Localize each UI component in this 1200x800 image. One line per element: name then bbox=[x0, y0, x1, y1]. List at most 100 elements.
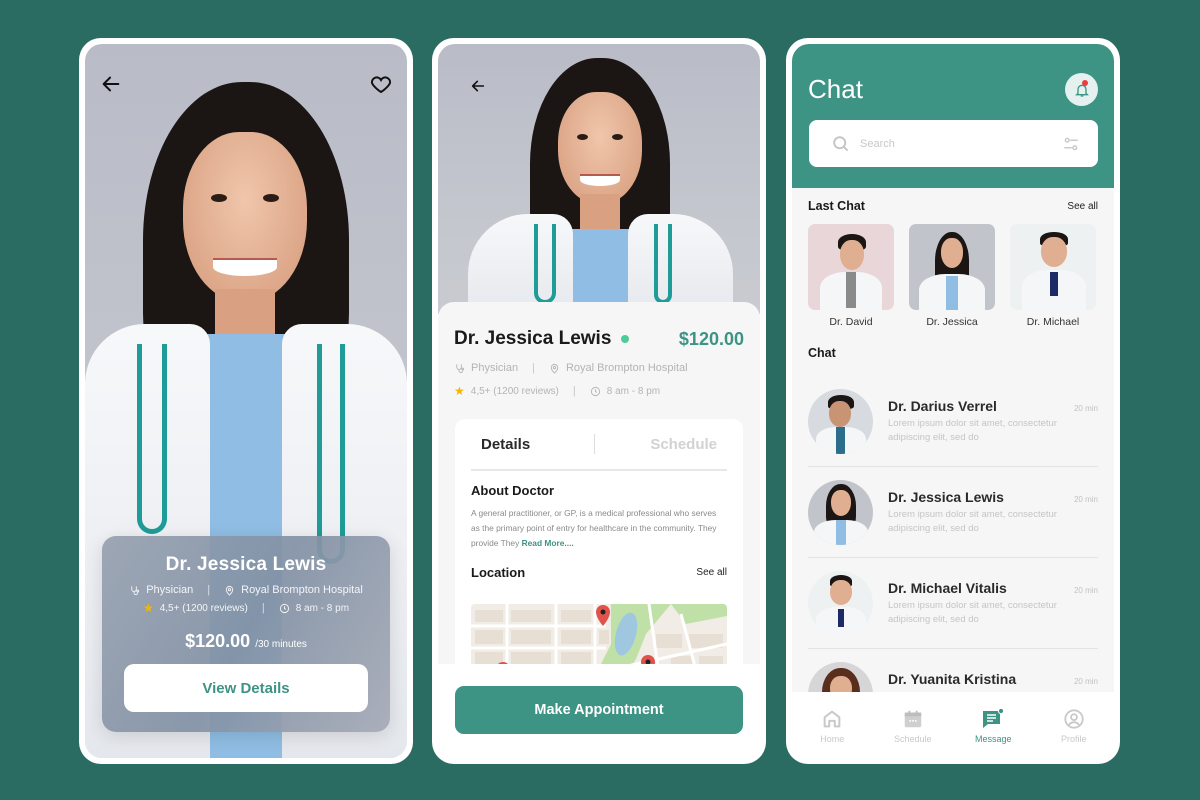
chat-name: Dr. Jessica Lewis bbox=[888, 488, 1004, 505]
chat-name: Dr. Michael Vitalis bbox=[888, 579, 1007, 596]
details-sheet: Dr. Jessica Lewis $120.00 Physician | Ro… bbox=[438, 302, 760, 758]
chat-list: Dr. Darius Verrel 20 min Lorem ipsum dol… bbox=[792, 376, 1114, 740]
search-icon bbox=[833, 136, 849, 152]
notification-button[interactable] bbox=[1065, 73, 1098, 106]
message-icon bbox=[983, 708, 1005, 728]
doctor-details-screen: Dr. Jessica Lewis $120.00 Physician | Ro… bbox=[432, 38, 766, 764]
bottom-action-bar: Make Appointment bbox=[438, 664, 760, 758]
chat-list-item[interactable]: Dr. Darius Verrel 20 min Lorem ipsum dol… bbox=[808, 376, 1098, 467]
tab-label: Profile bbox=[1060, 734, 1087, 744]
online-status-dot bbox=[621, 335, 630, 343]
hospital: Royal Brompton Hospital bbox=[565, 362, 688, 374]
specialty: Physician bbox=[471, 362, 519, 374]
details-card: Details Schedule About Doctor A general … bbox=[455, 419, 743, 689]
chat-header: Chat bbox=[792, 44, 1114, 188]
doctor-name: Dr. Jessica Lewis bbox=[165, 554, 327, 575]
home-icon bbox=[823, 710, 841, 728]
doctor-name-row: Dr. Jessica Lewis bbox=[454, 328, 630, 350]
doctor-summary-card: Dr. Jessica Lewis Physician | Royal Brom… bbox=[102, 536, 390, 732]
about-section-title: About Doctor bbox=[471, 483, 727, 498]
last-chat-item[interactable]: Dr. David bbox=[808, 224, 894, 328]
chat-time: 20 min bbox=[1073, 585, 1098, 595]
filter-icon[interactable] bbox=[1062, 135, 1080, 153]
tab-home[interactable]: Home bbox=[797, 708, 867, 744]
chat-body: Last Chat See all Dr. David Dr. Jessica … bbox=[792, 188, 1114, 758]
doctor-meta-row: Physician | Royal Brompton Hospital bbox=[102, 584, 390, 596]
last-chat-item[interactable]: Dr. Michael bbox=[1010, 224, 1096, 328]
heart-icon bbox=[370, 76, 392, 94]
search-bar bbox=[809, 120, 1098, 167]
doctor-avatar bbox=[808, 224, 894, 310]
chat-time: 20 min bbox=[1073, 494, 1098, 504]
location-title: Location bbox=[471, 565, 526, 580]
back-button[interactable] bbox=[464, 72, 492, 100]
rating-hours-row: ★ 4,5+ (1200 reviews) | 8 am - 8 pm bbox=[102, 601, 390, 615]
price-unit: /30 minutes bbox=[255, 639, 307, 650]
last-chat-see-all-link[interactable]: See all bbox=[1067, 201, 1098, 212]
doctor-meta-row: Physician | Royal Brompton Hospital bbox=[438, 362, 760, 374]
details-tabs: Details Schedule bbox=[471, 419, 727, 471]
price: $120.00 bbox=[678, 328, 744, 349]
search-input[interactable] bbox=[860, 137, 1062, 150]
hours: 8 am - 8 pm bbox=[295, 602, 350, 614]
chat-name: Dr. Darius Verrel bbox=[888, 397, 997, 414]
tab-schedule[interactable]: Schedule bbox=[878, 708, 948, 744]
back-button[interactable] bbox=[97, 70, 125, 98]
chat-preview: Lorem ipsum dolor sit amet, consectetur … bbox=[888, 417, 1057, 443]
stethoscope-icon bbox=[131, 585, 140, 595]
chat-list-item[interactable]: Dr. Michael Vitalis 20 min Lorem ipsum d… bbox=[808, 558, 1098, 649]
doctor-card-screen: Dr. Jessica Lewis Physician | Royal Brom… bbox=[79, 38, 413, 764]
last-chat-item[interactable]: Dr. Jessica bbox=[909, 224, 995, 328]
tab-message[interactable]: Message bbox=[958, 708, 1028, 744]
hospital: Royal Brompton Hospital bbox=[241, 584, 363, 596]
avatar bbox=[808, 388, 873, 454]
clock-icon bbox=[279, 603, 289, 613]
last-chat-name: Dr. David bbox=[829, 316, 873, 328]
price-value: $120.00 bbox=[185, 631, 251, 651]
tab-schedule[interactable]: Schedule bbox=[595, 436, 728, 453]
avatar bbox=[808, 479, 873, 545]
doctor-name: Dr. Jessica Lewis bbox=[454, 328, 612, 349]
separator: | bbox=[261, 602, 265, 614]
chat-name: Dr. Yuanita Kristina bbox=[888, 671, 1017, 687]
arrow-left-icon bbox=[471, 80, 485, 92]
hours: 8 am - 8 pm bbox=[606, 385, 661, 397]
separator: | bbox=[532, 362, 535, 374]
rating-hours-row: ★ 4,5+ (1200 reviews) | 8 am - 8 pm bbox=[438, 384, 760, 398]
calendar-icon bbox=[904, 710, 921, 728]
last-chat-name: Dr. Michael bbox=[1026, 316, 1080, 328]
price: $120.00 /30 minutes bbox=[102, 631, 390, 652]
chat-time: 20 min bbox=[1073, 403, 1098, 413]
view-details-button[interactable]: View Details bbox=[124, 664, 368, 712]
about-body: A general practitioner, or GP, is a medi… bbox=[471, 508, 717, 548]
location-section-header: Location See all bbox=[471, 565, 727, 580]
last-chat-list: Dr. David Dr. Jessica Dr. Michael bbox=[792, 224, 1114, 328]
chat-list-item[interactable]: Dr. Jessica Lewis 20 min Lorem ipsum dol… bbox=[808, 467, 1098, 558]
tab-details[interactable]: Details bbox=[471, 436, 594, 453]
make-appointment-button[interactable]: Make Appointment bbox=[455, 686, 743, 734]
chat-preview: Lorem ipsum dolor sit amet, consectetur … bbox=[888, 599, 1057, 625]
notification-dot bbox=[1082, 80, 1088, 86]
tab-label: Schedule bbox=[893, 734, 932, 744]
bottom-tab-bar: Home Schedule Message Profile bbox=[792, 692, 1114, 758]
specialty: Physician bbox=[146, 584, 194, 596]
star-icon: ★ bbox=[454, 384, 465, 398]
last-chat-name: Dr. Jessica bbox=[926, 316, 978, 328]
tab-profile[interactable]: Profile bbox=[1039, 708, 1109, 744]
stethoscope-icon bbox=[456, 363, 465, 373]
chat-screen: Chat Last Chat See all bbox=[786, 38, 1120, 764]
location-pin-icon bbox=[225, 585, 234, 596]
favorite-button[interactable] bbox=[367, 70, 395, 98]
chat-preview: Lorem ipsum dolor sit amet, consectetur … bbox=[888, 508, 1057, 534]
about-text: A general practitioner, or GP, is a medi… bbox=[471, 506, 727, 551]
star-icon: ★ bbox=[142, 601, 154, 615]
rating: 4,5+ (1200 reviews) bbox=[159, 602, 248, 614]
location-see-all-link[interactable]: See all bbox=[696, 567, 727, 578]
location-pin-icon bbox=[550, 363, 559, 374]
page-title: Chat bbox=[808, 74, 863, 104]
read-more-link[interactable]: Read More.... bbox=[522, 538, 574, 548]
separator: | bbox=[572, 385, 576, 397]
profile-icon bbox=[1064, 709, 1084, 729]
avatar bbox=[808, 570, 873, 636]
rating: 4,5+ (1200 reviews) bbox=[470, 385, 559, 397]
